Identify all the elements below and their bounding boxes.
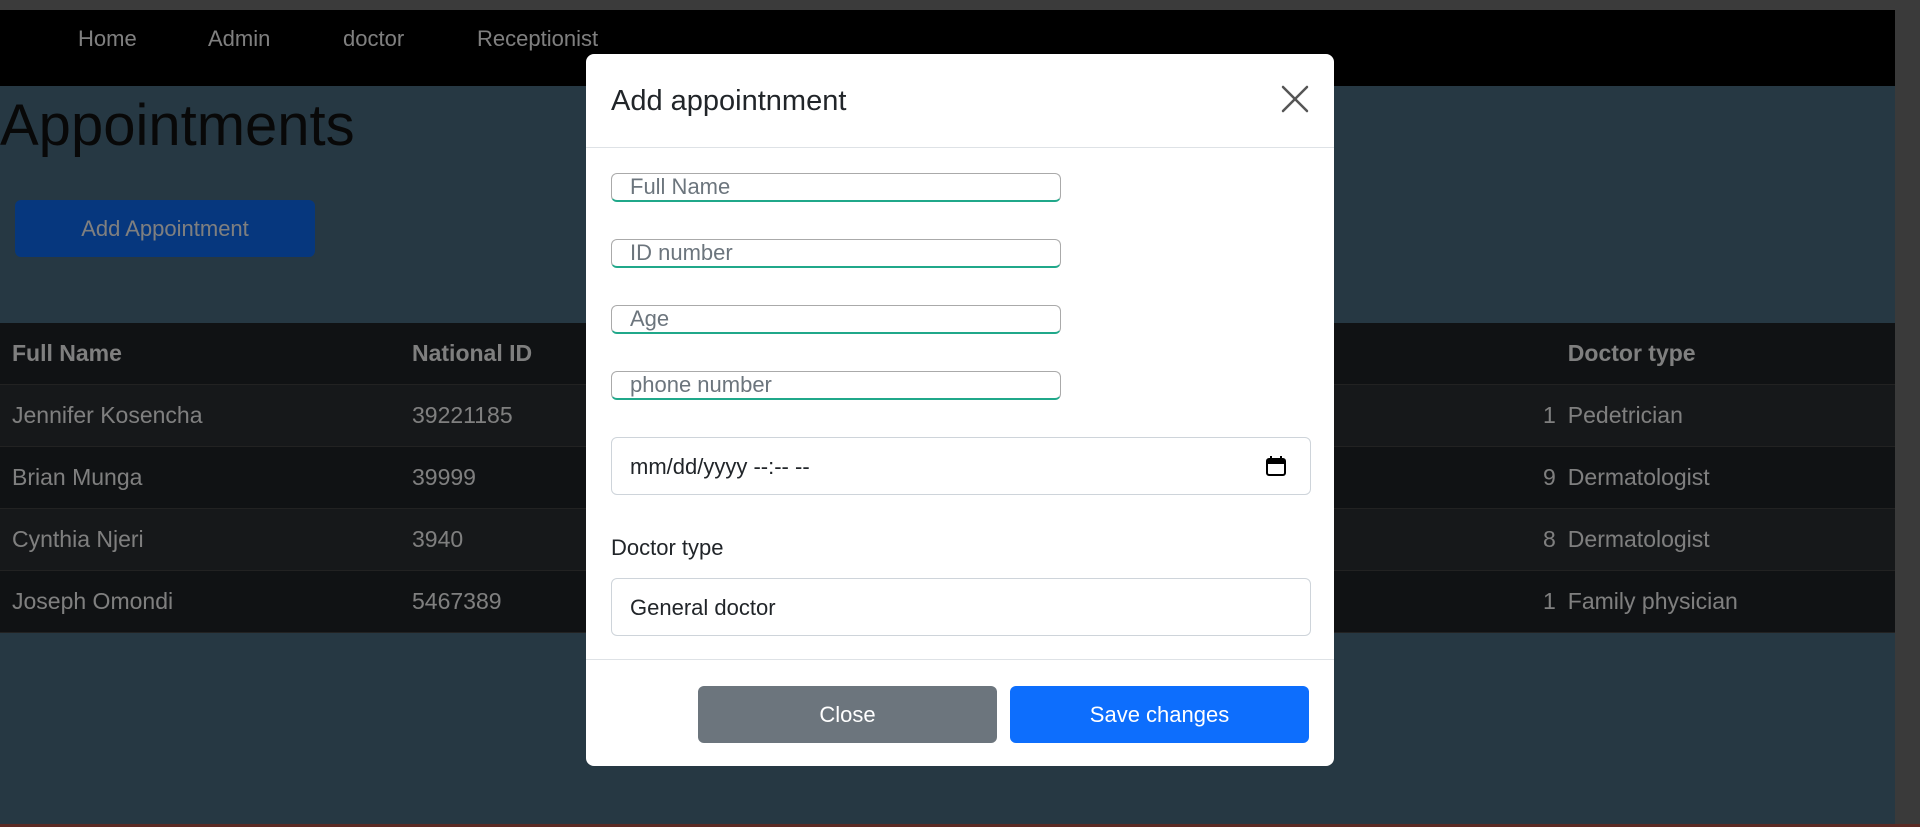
modal-title: Add appointnment (611, 85, 847, 117)
doctor-type-selected: General doctor (630, 595, 776, 620)
id-number-input[interactable] (611, 239, 1061, 268)
scrollbar[interactable] (1895, 10, 1920, 824)
age-input[interactable] (611, 305, 1061, 334)
doctor-type-label: Doctor type (611, 535, 724, 560)
modal-footer: Close Save changes (586, 659, 1334, 766)
close-button[interactable]: Close (698, 686, 997, 743)
appointment-datetime-input[interactable]: mm/dd/yyyy --:-- -- (611, 437, 1311, 495)
phone-number-input[interactable] (611, 371, 1061, 400)
browser-top-strip (0, 0, 1920, 10)
datetime-placeholder: mm/dd/yyyy --:-- -- (630, 454, 810, 479)
modal-header: Add appointnment (586, 54, 1334, 148)
calendar-icon[interactable] (1265, 455, 1287, 477)
full-name-input[interactable] (611, 173, 1061, 202)
close-icon[interactable] (1278, 82, 1312, 116)
save-changes-button[interactable]: Save changes (1010, 686, 1309, 743)
add-appointment-modal: Add appointnment mm/dd/yyyy --:-- -- Doc… (586, 54, 1334, 766)
doctor-type-select[interactable]: General doctor (611, 578, 1311, 636)
